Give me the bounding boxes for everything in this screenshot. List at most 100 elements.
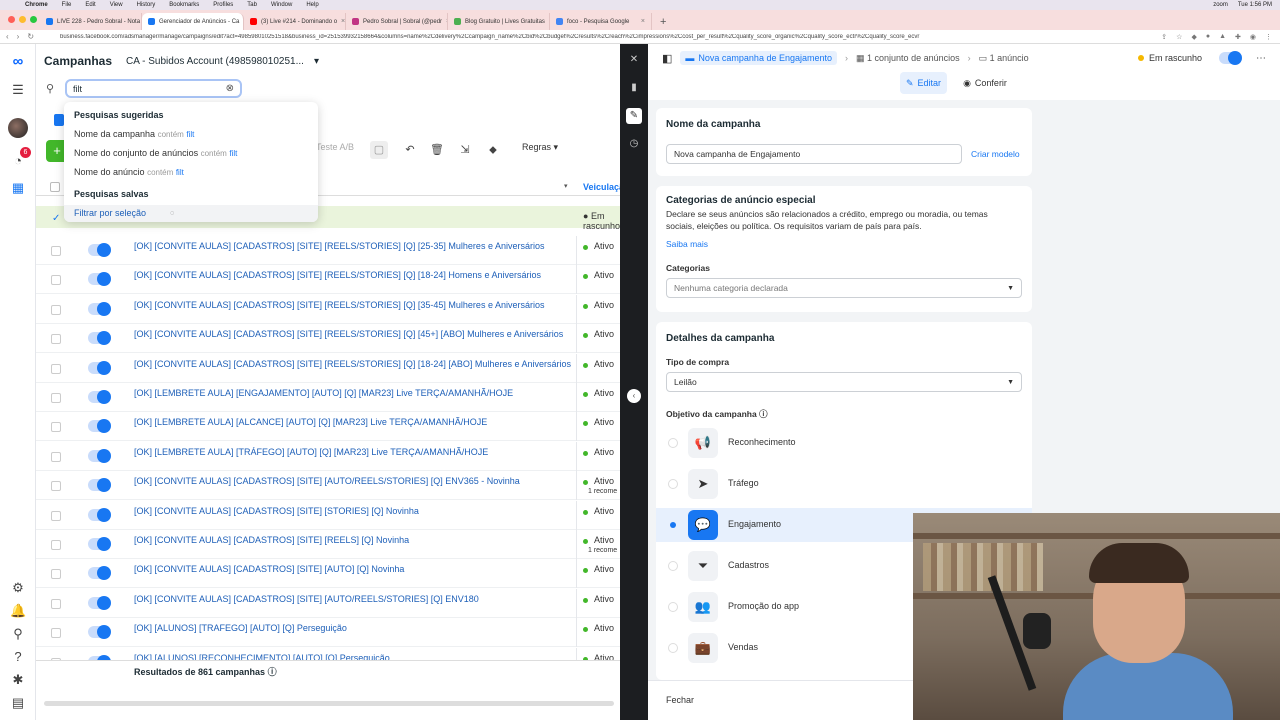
table-row[interactable]: [OK] [CONVITE AULAS] [CADASTROS] [SITE] … <box>36 324 620 354</box>
more-icon[interactable]: ⋮ <box>1265 33 1272 41</box>
account-avatar[interactable] <box>8 118 28 138</box>
campaign-name-link[interactable]: [OK] [ALUNOS] [TRAFEGO] [AUTO] [Q] Perse… <box>134 623 574 633</box>
hamburger-menu-icon[interactable]: ☰ <box>10 82 26 98</box>
campaign-name-link[interactable]: [OK] [CONVITE AULAS] [CADASTROS] [SITE] … <box>134 300 574 310</box>
panel-toggle-icon[interactable]: ▤ <box>10 695 26 711</box>
recommendation-note[interactable]: 1 recome <box>588 488 617 495</box>
menu-history[interactable]: History <box>130 2 163 8</box>
campaign-toggle[interactable] <box>88 360 111 375</box>
select-all-checkbox[interactable] <box>50 182 60 192</box>
close-button[interactable]: Fechar <box>666 695 694 705</box>
row-checkbox[interactable] <box>51 481 61 492</box>
campaign-toggle[interactable] <box>88 507 111 522</box>
campaigns-tab-icon[interactable] <box>54 114 64 126</box>
more-options-icon[interactable]: ⋯ <box>1246 53 1280 64</box>
delete-icon[interactable]: 🗑 <box>428 141 446 159</box>
table-row[interactable]: [OK] [LEMBRETE AULA] [TRÁFEGO] [AUTO] [Q… <box>36 441 620 471</box>
table-row[interactable]: [OK] [CONVITE AULAS] [CADASTROS] [SITE] … <box>36 236 620 265</box>
star-icon[interactable]: ☆ <box>1176 33 1182 41</box>
menu-app[interactable]: Chrome <box>18 2 55 8</box>
menu-file[interactable]: File <box>55 2 79 8</box>
objective-radio[interactable] <box>668 602 678 612</box>
objective-radio[interactable] <box>668 520 678 530</box>
table-row[interactable]: [OK] [LEMBRETE AULA] [ENGAJAMENTO] [AUTO… <box>36 383 620 412</box>
row-checkbox[interactable] <box>51 275 61 286</box>
campaign-toggle[interactable] <box>88 301 111 316</box>
edit-mode-button[interactable]: ✎ Editar <box>900 72 948 94</box>
categories-select[interactable]: Nenhuma categoria declarada ▼ <box>666 278 1022 298</box>
history-clock-icon[interactable]: ◷ <box>626 136 642 152</box>
breadcrumb-adset[interactable]: ▦ 1 conjunto de anúncios <box>856 53 960 64</box>
campaign-name-link[interactable]: [OK] [CONVITE AULAS] [CADASTROS] [SITE] … <box>134 564 574 574</box>
suggestion-adset-name[interactable]: Nome do conjunto de anúncios contém filt <box>74 148 237 158</box>
close-window-button[interactable] <box>8 16 15 23</box>
browser-tab[interactable]: Pedro Sobral | Sobral (@pedr× <box>346 13 448 30</box>
extension-icon[interactable]: ◆ <box>1191 33 1196 41</box>
zoom-status[interactable]: zoom <box>1213 2 1228 8</box>
duplicate-icon[interactable]: ▢ <box>370 141 388 159</box>
forward-icon[interactable]: › <box>17 32 20 41</box>
review-mode-button[interactable]: ◉ Conferir <box>957 72 1013 94</box>
campaigns-grid-icon[interactable]: ▦ <box>10 180 26 196</box>
extension-icon[interactable]: ▲ <box>1219 33 1226 41</box>
new-tab-button[interactable]: + <box>652 16 674 30</box>
browser-tab-active[interactable]: Gerenciador de Anúncios - Ca× <box>142 13 244 30</box>
rules-dropdown[interactable]: Regras ▾ <box>522 142 558 153</box>
row-checkbox[interactable] <box>51 393 61 403</box>
close-tab-icon[interactable]: × <box>341 18 345 25</box>
bug-report-icon[interactable]: ✱ <box>10 672 26 688</box>
chart-icon[interactable]: ▮ <box>626 80 642 96</box>
campaign-toggle[interactable] <box>88 537 111 551</box>
info-icon[interactable]: ⓘ <box>759 409 768 419</box>
clear-search-icon[interactable]: ⊗ <box>226 83 234 94</box>
table-row[interactable]: [OK] [CONVITE AULAS] [CADASTROS] [SITE] … <box>36 559 620 589</box>
table-row[interactable]: [OK] [CONVITE AULAS] [CADASTROS] [SITE] … <box>36 265 620 295</box>
browser-tab[interactable]: foco - Pesquisa Google × <box>550 13 652 30</box>
campaign-name-link[interactable]: [OK] [CONVITE AULAS] [CADASTROS] [SITE] … <box>134 270 574 280</box>
meta-logo-icon[interactable]: ∞ <box>10 54 26 70</box>
row-checkbox[interactable] <box>51 246 61 256</box>
menu-edit[interactable]: Edit <box>78 2 102 8</box>
settings-gear-icon[interactable]: ⚙ <box>10 580 26 596</box>
campaign-name-link[interactable]: [OK] [CONVITE AULAS] [CADASTROS] [SITE] … <box>134 535 574 545</box>
campaign-name-link[interactable]: [OK] [ALUNOS] [RECONHECIMENTO] [AUTO] [Q… <box>134 653 574 660</box>
campaign-name-link[interactable]: [OK] [LEMBRETE AULA] [ALCANCE] [AUTO] [Q… <box>134 417 574 427</box>
horizontal-scrollbar[interactable] <box>44 701 614 706</box>
purchase-type-select[interactable]: Leilão ▼ <box>666 372 1022 392</box>
campaign-name-link[interactable]: [OK] [CONVITE AULAS] [CADASTROS] [SITE] … <box>134 241 574 251</box>
ab-test-button[interactable]: Teste A/B <box>316 142 354 152</box>
table-row[interactable]: [OK] [LEMBRETE AULA] [ALCANCE] [AUTO] [Q… <box>36 412 620 442</box>
objective-option[interactable]: 📢 Reconhecimento <box>656 426 1032 460</box>
table-row[interactable]: [OK] [CONVITE AULAS] [CADASTROS] [SITE] … <box>36 500 620 530</box>
campaign-name-link[interactable]: [OK] [LEMBRETE AULA] [ENGAJAMENTO] [AUTO… <box>134 388 574 398</box>
help-icon[interactable]: ? <box>10 649 26 665</box>
recommendation-note[interactable]: 1 recome <box>588 547 617 554</box>
menu-tab[interactable]: Tab <box>240 2 264 8</box>
zoom-window-button[interactable] <box>30 16 37 23</box>
table-row[interactable]: [OK] [CONVITE AULAS] [CADASTROS] [SITE] … <box>36 588 620 618</box>
row-checkbox[interactable] <box>51 598 61 609</box>
back-icon[interactable]: ‹ <box>6 32 9 41</box>
campaign-toggle[interactable] <box>88 272 111 287</box>
objective-radio[interactable] <box>668 643 678 653</box>
table-row[interactable]: [OK] [ALUNOS] [RECONHECIMENTO] [AUTO] [Q… <box>36 647 620 660</box>
campaign-toggle[interactable] <box>88 448 111 463</box>
table-row[interactable]: [OK] [CONVITE AULAS] [CADASTROS] [SITE] … <box>36 530 620 559</box>
undo-icon[interactable]: ↶ <box>401 141 419 159</box>
campaign-toggle[interactable] <box>1219 51 1242 65</box>
menu-bookmarks[interactable]: Bookmarks <box>162 2 206 8</box>
row-checkbox[interactable] <box>51 451 61 462</box>
puzzle-icon[interactable]: ✚ <box>1235 33 1241 41</box>
table-row[interactable]: [OK] [CONVITE AULAS] [CADASTROS] [SITE] … <box>36 294 620 324</box>
campaign-toggle[interactable] <box>88 478 111 493</box>
campaign-name-link[interactable]: [OK] [CONVITE AULAS] [CADASTROS] [SITE] … <box>134 476 574 486</box>
row-checkbox[interactable] <box>51 540 61 550</box>
menu-view[interactable]: View <box>103 2 130 8</box>
table-row[interactable]: [OK] [ALUNOS] [TRAFEGO] [AUTO] [Q] Perse… <box>36 618 620 648</box>
reload-icon[interactable]: ↻ <box>27 32 34 41</box>
menu-window[interactable]: Window <box>264 2 299 8</box>
profile-icon[interactable]: ◉ <box>1250 33 1256 41</box>
campaign-toggle[interactable] <box>88 331 111 346</box>
objective-radio[interactable] <box>668 438 678 448</box>
minimize-window-button[interactable] <box>19 16 26 23</box>
